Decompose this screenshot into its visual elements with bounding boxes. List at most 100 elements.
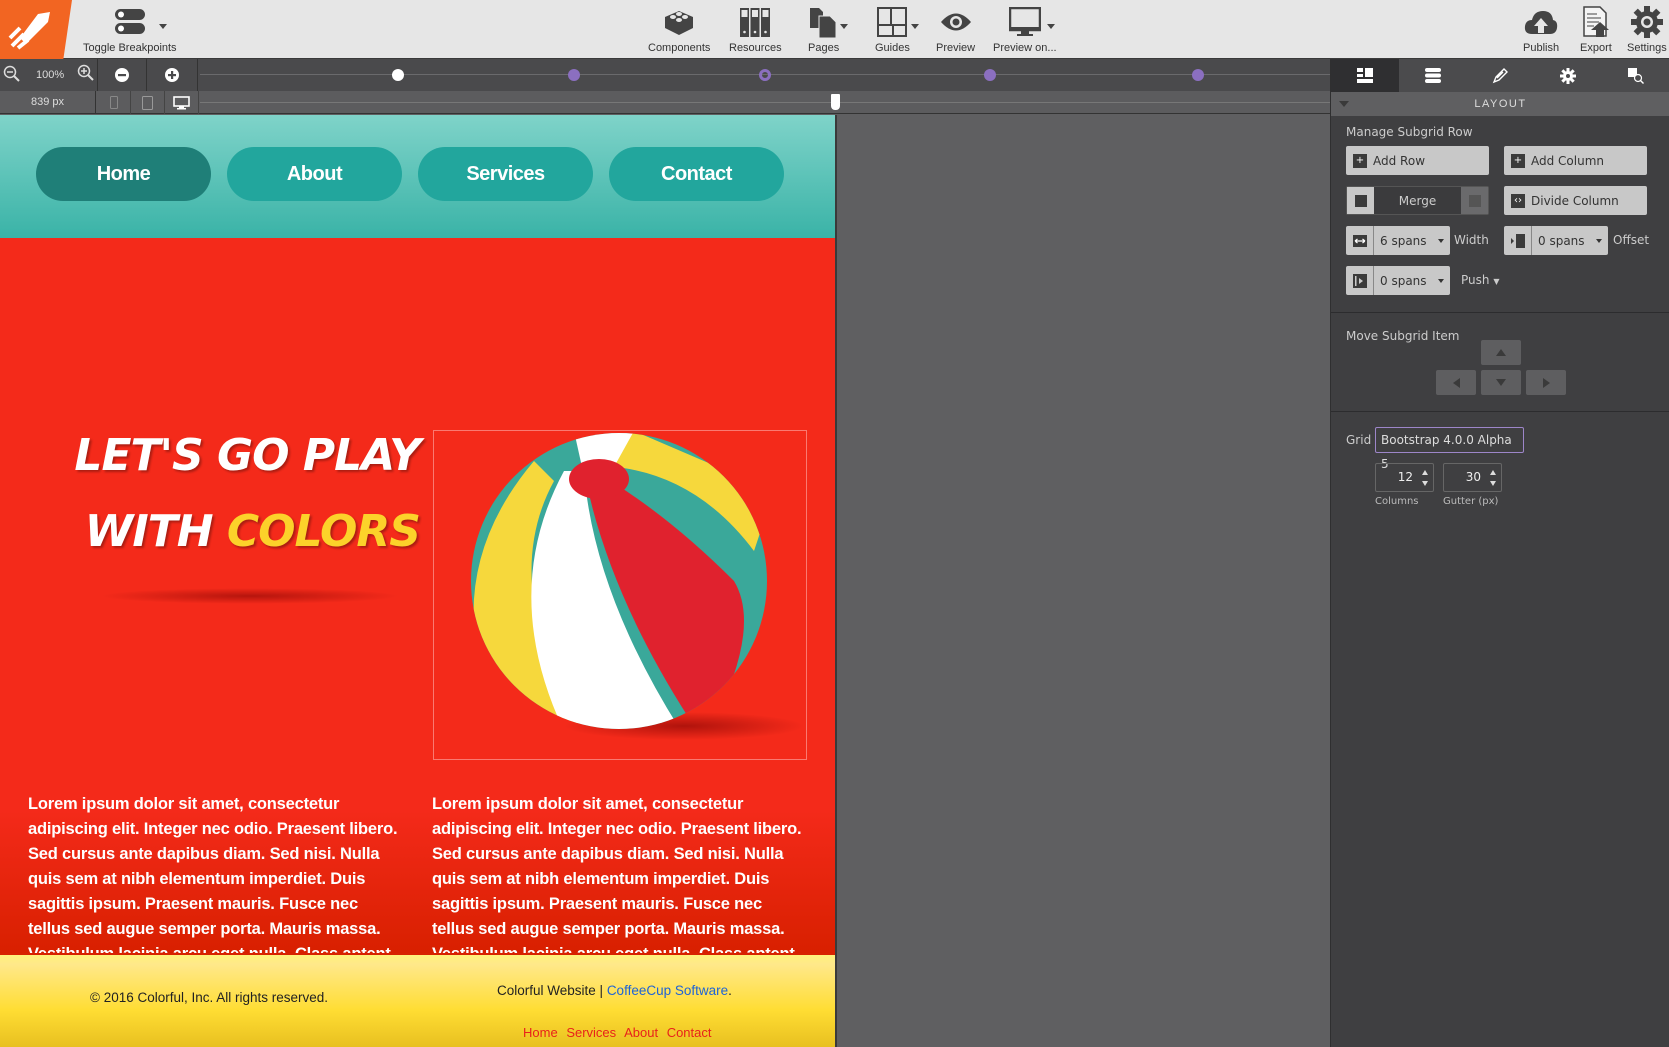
- chevron-down-icon: [158, 24, 167, 29]
- layout-section-header[interactable]: LAYOUT: [1331, 92, 1669, 116]
- stepper-arrows-icon[interactable]: [1490, 470, 1496, 486]
- coffeecup-link[interactable]: CoffeeCup Software: [607, 983, 728, 998]
- tab-layout[interactable]: [1331, 59, 1399, 92]
- properties-panel: LAYOUT Manage Subgrid Row + Add Row + Add …: [1330, 59, 1669, 1047]
- grid-framework-select[interactable]: Bootstrap 4.0.0 Alpha 5: [1375, 427, 1524, 471]
- breakpoint-marker[interactable]: [759, 69, 771, 81]
- footer-link-services[interactable]: Services: [566, 1025, 616, 1040]
- push-dropdown[interactable]: Push ▼: [1461, 273, 1499, 287]
- footer-link-about[interactable]: About: [624, 1025, 658, 1040]
- offset-icon: [1510, 233, 1525, 248]
- desktop-icon: [173, 95, 190, 109]
- guides-button[interactable]: Guides: [875, 4, 920, 54]
- push-select[interactable]: 0 spans: [1346, 266, 1450, 295]
- gear-icon: [1560, 67, 1577, 84]
- add-column-icon: +: [1511, 153, 1525, 168]
- chevron-down-icon: [839, 24, 848, 29]
- width-label: Width: [1454, 233, 1489, 247]
- add-row-button[interactable]: + Add Row: [1346, 146, 1489, 175]
- nav-about[interactable]: About: [227, 147, 402, 201]
- add-breakpoint-button[interactable]: [147, 59, 198, 91]
- merge-right-button[interactable]: [1461, 187, 1488, 214]
- nav-services[interactable]: Services: [418, 147, 593, 201]
- zoom-out-icon[interactable]: [3, 65, 21, 83]
- footer-credit: Colorful Website | CoffeeCup Software.: [497, 983, 732, 998]
- footer-link-contact[interactable]: Contact: [667, 1025, 712, 1040]
- monitor-icon: [1008, 7, 1041, 36]
- footer-links: Home Services About Contact: [523, 1025, 717, 1040]
- canvas-width-readout: 839 px: [0, 91, 96, 114]
- phone-view-button[interactable]: [97, 91, 131, 114]
- add-column-button[interactable]: + Add Column: [1504, 146, 1647, 175]
- pages-button[interactable]: Pages: [808, 4, 848, 54]
- zoom-in-icon[interactable]: [77, 64, 95, 82]
- tab-inspector[interactable]: [1602, 59, 1669, 92]
- export-button[interactable]: Export: [1580, 4, 1612, 54]
- pencil-icon: [1493, 67, 1509, 83]
- arrow-up-icon: [1496, 349, 1506, 356]
- move-subgrid-label: Move Subgrid Item: [1346, 329, 1460, 343]
- publish-button[interactable]: Publish: [1523, 4, 1559, 54]
- section-divider: [1331, 411, 1669, 412]
- breakpoint-marker[interactable]: [392, 69, 404, 81]
- tab-structure[interactable]: [1399, 59, 1467, 92]
- nav-home[interactable]: Home: [36, 147, 211, 201]
- tablet-view-button[interactable]: [131, 91, 165, 114]
- tablet-icon: [142, 95, 153, 110]
- width-select[interactable]: 6 spans: [1346, 226, 1450, 255]
- breakpoint-marker[interactable]: [568, 69, 580, 81]
- offset-label: Offset: [1613, 233, 1650, 247]
- section-divider: [1331, 312, 1669, 313]
- chevron-down-icon: ▼: [1493, 277, 1500, 286]
- toggle-icon: [114, 9, 145, 34]
- layout-icon: [1356, 68, 1373, 83]
- remove-breakpoint-button[interactable]: [97, 59, 147, 91]
- guides-icon: [877, 7, 908, 37]
- eye-icon: [940, 13, 971, 31]
- offset-select[interactable]: 0 spans: [1504, 226, 1608, 255]
- gutter-stepper[interactable]: 30: [1443, 463, 1502, 492]
- components-button[interactable]: Components: [648, 4, 710, 54]
- breakpoint-marker[interactable]: [1192, 69, 1204, 81]
- beach-ball-icon: [471, 433, 804, 740]
- hero-headline: LET'S GO PLAY WITH COLORS: [74, 430, 421, 557]
- tab-settings[interactable]: [1534, 59, 1602, 92]
- merge-label: Merge: [1398, 193, 1437, 208]
- tab-design[interactable]: [1467, 59, 1535, 92]
- columns-stepper[interactable]: 12: [1375, 463, 1434, 492]
- phone-icon: [109, 96, 118, 109]
- resources-button[interactable]: Resources: [729, 4, 782, 54]
- manage-subgrid-label: Manage Subgrid Row: [1346, 125, 1473, 139]
- zoom-level: 100%: [36, 69, 65, 81]
- merge-control: Merge: [1346, 186, 1489, 215]
- settings-button[interactable]: Settings: [1627, 4, 1667, 54]
- preview-button[interactable]: Preview: [936, 4, 975, 54]
- footer-copyright: © 2016 Colorful, Inc. All rights reserve…: [90, 990, 329, 1005]
- footer-link-home[interactable]: Home: [523, 1025, 558, 1040]
- add-row-icon: +: [1353, 153, 1367, 168]
- preview-on-button[interactable]: Preview on...: [993, 4, 1057, 54]
- site-navbar: Home About Services Contact: [0, 115, 835, 238]
- components-icon: [665, 11, 694, 35]
- beach-ball-image[interactable]: [433, 430, 807, 760]
- divide-column-button[interactable]: ‹› Divide Column: [1504, 186, 1647, 215]
- move-up-button[interactable]: [1481, 340, 1521, 365]
- design-canvas: Home About Services Contact LET'S GO PLA…: [0, 115, 837, 1047]
- grid-label: Grid: [1346, 433, 1372, 447]
- arrow-right-icon: [1542, 377, 1550, 388]
- move-left-button[interactable]: [1436, 370, 1476, 395]
- breakpoint-marker[interactable]: [984, 69, 996, 81]
- width-track: [200, 102, 1330, 103]
- nav-contact[interactable]: Contact: [609, 147, 784, 201]
- move-down-button[interactable]: [1481, 370, 1521, 395]
- rocket-pencil-icon: [8, 12, 50, 50]
- collapse-triangle-icon: [1339, 101, 1349, 107]
- merge-right-icon: [1468, 194, 1481, 207]
- stepper-arrows-icon[interactable]: [1422, 470, 1428, 486]
- canvas-width-handle[interactable]: [831, 94, 840, 110]
- toggle-breakpoints-button[interactable]: Toggle Breakpoints: [83, 4, 177, 54]
- desktop-view-button[interactable]: [165, 91, 199, 114]
- move-right-button[interactable]: [1526, 370, 1566, 395]
- arrow-left-icon: [1452, 377, 1460, 388]
- merge-left-button[interactable]: [1347, 187, 1374, 214]
